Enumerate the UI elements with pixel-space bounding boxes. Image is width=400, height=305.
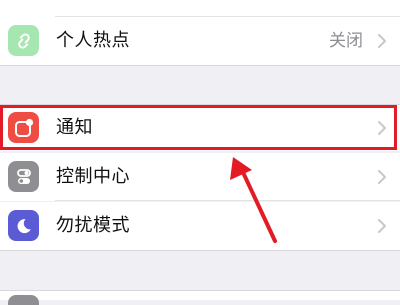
settings-row-value: 关闭 bbox=[329, 31, 363, 51]
section-separator bbox=[0, 65, 400, 66]
chevron-right-icon bbox=[378, 219, 386, 233]
chevron-right-icon bbox=[378, 170, 386, 184]
partial-gray-icon bbox=[8, 295, 39, 305]
settings-row-personal-hotspot[interactable]: 个人热点 关闭 bbox=[0, 17, 400, 65]
settings-row-control-center[interactable]: 控制中心 bbox=[0, 153, 400, 201]
control-center-icon bbox=[8, 161, 39, 192]
settings-row-label: 控制中心 bbox=[56, 166, 130, 187]
settings-row-notifications[interactable]: 通知 bbox=[0, 105, 400, 151]
settings-row-label: 勿扰模式 bbox=[56, 215, 130, 236]
settings-row-label: 通知 bbox=[56, 117, 93, 138]
do-not-disturb-icon bbox=[8, 210, 39, 241]
notifications-icon bbox=[8, 112, 39, 143]
settings-row-label: 个人热点 bbox=[56, 30, 130, 51]
settings-row-partial-bottom[interactable] bbox=[0, 291, 400, 305]
settings-row-do-not-disturb[interactable]: 勿扰模式 bbox=[0, 202, 400, 250]
chevron-right-icon bbox=[378, 121, 386, 135]
settings-row-partial-top[interactable] bbox=[0, 0, 400, 17]
section-separator bbox=[0, 250, 400, 251]
chevron-right-icon bbox=[378, 34, 386, 48]
personal-hotspot-icon bbox=[8, 25, 39, 56]
